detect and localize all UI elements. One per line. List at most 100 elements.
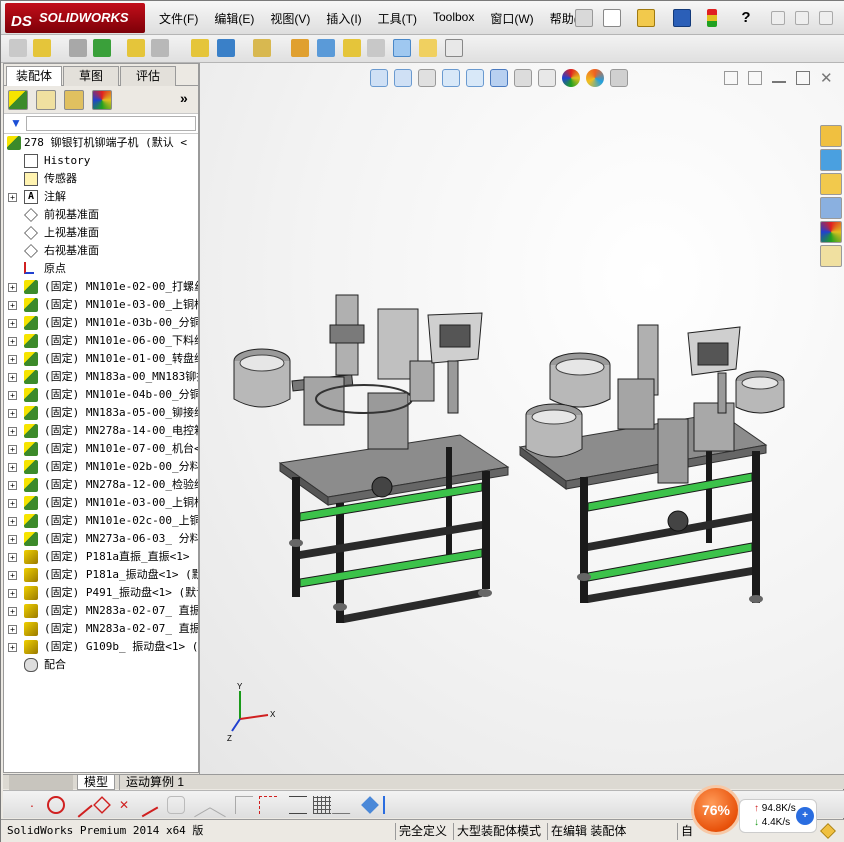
- linear-sketch-pattern-icon[interactable]: [313, 796, 331, 814]
- solidworks-resources-icon[interactable]: [820, 125, 842, 147]
- tree-root-assembly[interactable]: 278 铆银钉机铆端子机 (默认 <: [4, 134, 198, 152]
- tree-item[interactable]: + (固定) MN183a-05-00_铆接组: [4, 404, 198, 422]
- move-entities-icon[interactable]: [331, 796, 361, 814]
- line-icon[interactable]: [67, 792, 93, 818]
- expand-icon[interactable]: +: [8, 301, 17, 310]
- tab-motion-study-1[interactable]: 运动算例 1: [119, 775, 190, 790]
- expand-icon[interactable]: +: [8, 463, 17, 472]
- convert-entities-icon[interactable]: [235, 796, 253, 814]
- large-assembly-icon[interactable]: [419, 39, 437, 57]
- tree-item[interactable]: + (固定) MN101e-01-00_转盘组: [4, 350, 198, 368]
- repair-sketch-icon[interactable]: [383, 796, 401, 814]
- expand-icon[interactable]: +: [8, 535, 17, 544]
- linear-pattern-icon[interactable]: [93, 39, 111, 57]
- tag-icon[interactable]: [820, 823, 836, 839]
- sketch-fillet-icon[interactable]: [167, 796, 185, 814]
- expand-icon[interactable]: +: [8, 499, 17, 508]
- tree-item[interactable]: + (固定) P181a_振动盘<1> (默: [4, 566, 198, 584]
- tab-sketch[interactable]: 草图: [63, 66, 119, 86]
- feature-manager-tab-icon[interactable]: [8, 90, 28, 110]
- tree-item[interactable]: + (固定) P181a直振_直振<1>: [4, 548, 198, 566]
- menu-toolbox[interactable]: Toolbox: [425, 10, 482, 27]
- extend-icon[interactable]: [133, 792, 159, 818]
- network-speed-widget[interactable]: 76% ↑ 94.8K/s ↓ 4.4K/s +: [691, 785, 821, 841]
- tree-item[interactable]: + A 注解: [4, 188, 198, 206]
- tree-item[interactable]: History: [4, 152, 198, 170]
- expand-icon[interactable]: +: [8, 607, 17, 616]
- exploded-view-icon[interactable]: [343, 39, 361, 57]
- tree-item[interactable]: 原点: [4, 260, 198, 278]
- save-icon[interactable]: [673, 9, 691, 27]
- tree-item[interactable]: + (固定) MN183a-00_MN183铆接: [4, 368, 198, 386]
- mirror-entities-icon[interactable]: [289, 796, 307, 814]
- usage-gauge[interactable]: 76%: [691, 785, 741, 835]
- tab-model[interactable]: 模型: [77, 775, 116, 790]
- panel-expand-icon[interactable]: »: [180, 90, 188, 106]
- expand-icon[interactable]: +: [8, 553, 17, 562]
- close-icon[interactable]: [819, 11, 833, 25]
- view-palette-icon[interactable]: [820, 197, 842, 219]
- tree-item[interactable]: + (固定) MN283a-02-07_ 直振: [4, 620, 198, 638]
- custom-properties-icon[interactable]: [820, 245, 842, 267]
- interference-detection-icon[interactable]: [367, 39, 385, 57]
- tree-item[interactable]: + (固定) P491_振动盘<1> (默认: [4, 584, 198, 602]
- tree-item[interactable]: 配合: [4, 656, 198, 674]
- expand-icon[interactable]: +: [8, 319, 17, 328]
- expand-icon[interactable]: +: [8, 409, 17, 418]
- menu-view[interactable]: 视图(V): [262, 10, 318, 27]
- configuration-manager-tab-icon[interactable]: [64, 90, 84, 110]
- tree-item[interactable]: + (固定) MN278a-14-00_电控箱: [4, 422, 198, 440]
- expand-icon[interactable]: +: [8, 571, 17, 580]
- expand-icon[interactable]: +: [8, 445, 17, 454]
- solidworks-logo[interactable]: DS SOLIDWORKS: [5, 3, 145, 33]
- show-hidden-icon[interactable]: [191, 39, 209, 57]
- instant3d-icon[interactable]: [393, 39, 411, 57]
- tab-scroll-buttons[interactable]: [9, 775, 73, 790]
- expand-icon[interactable]: +: [8, 373, 17, 382]
- tab-evaluate[interactable]: 评估: [120, 66, 176, 86]
- assembly-features-icon[interactable]: [217, 39, 235, 57]
- tree-item[interactable]: + (固定) MN278a-12-00_检验组: [4, 476, 198, 494]
- new-part-icon[interactable]: [33, 39, 51, 57]
- tree-item[interactable]: 前视基准面: [4, 206, 198, 224]
- tree-item[interactable]: + (固定) MN101e-03b-00_分铜柱: [4, 314, 198, 332]
- tree-item[interactable]: + (固定) MN101e-07-00_机台<: [4, 440, 198, 458]
- expand-icon[interactable]: +: [8, 391, 17, 400]
- tree-item[interactable]: + (固定) MN101e-02b-00_分料组: [4, 458, 198, 476]
- sketch-chamfer-icon[interactable]: [185, 792, 211, 818]
- tree-item[interactable]: + (固定) MN101e-03-00_上铜柱: [4, 494, 198, 512]
- tree-item[interactable]: 传感器: [4, 170, 198, 188]
- expand-icon[interactable]: +: [8, 337, 17, 346]
- move-component-icon[interactable]: [151, 39, 169, 57]
- minimize-icon[interactable]: [771, 11, 785, 25]
- polygon-icon[interactable]: [93, 796, 111, 814]
- menu-tools[interactable]: 工具(T): [370, 10, 425, 27]
- tree-item[interactable]: + (固定) MN273a-06-03_ 分料: [4, 530, 198, 548]
- expand-icon[interactable]: +: [8, 355, 17, 364]
- expand-icon[interactable]: +: [8, 589, 17, 598]
- circle-icon[interactable]: [47, 796, 65, 814]
- display-manager-tab-icon[interactable]: [92, 90, 112, 110]
- tree-item[interactable]: + (固定) MN101e-03-00_上铜柱: [4, 296, 198, 314]
- open-folder-icon[interactable]: [637, 9, 655, 27]
- smart-fasteners-icon[interactable]: [127, 39, 145, 57]
- file-explorer-icon[interactable]: [820, 173, 842, 195]
- construction-geometry-icon[interactable]: [259, 796, 277, 814]
- tree-item[interactable]: + (固定) MN101e-02c-00_上铜柱: [4, 512, 198, 530]
- insert-component-icon[interactable]: [9, 39, 27, 57]
- filter-icon[interactable]: ▼: [10, 116, 22, 130]
- graphics-area[interactable]: ✕ Y X Z: [199, 63, 844, 775]
- menu-insert[interactable]: 插入(I): [318, 10, 369, 27]
- assembly-model-view[interactable]: Y X Z: [200, 63, 844, 775]
- expand-icon[interactable]: +: [8, 625, 17, 634]
- rebuild-traffic-light-icon[interactable]: [707, 9, 717, 27]
- tab-assembly[interactable]: 装配体: [6, 66, 62, 86]
- trim-icon[interactable]: ✕: [115, 796, 133, 814]
- tree-item[interactable]: + (固定) MN101e-02-00_打螺丝: [4, 278, 198, 296]
- expand-icon[interactable]: +: [8, 193, 17, 202]
- snapshot-icon[interactable]: [445, 39, 463, 57]
- help-icon[interactable]: ?: [737, 9, 755, 27]
- tree-item[interactable]: + (固定) MN101e-06-00_下料组: [4, 332, 198, 350]
- tree-item[interactable]: + (固定) G109b_ 振动盘<1> (默: [4, 638, 198, 656]
- expand-icon[interactable]: +: [8, 643, 17, 652]
